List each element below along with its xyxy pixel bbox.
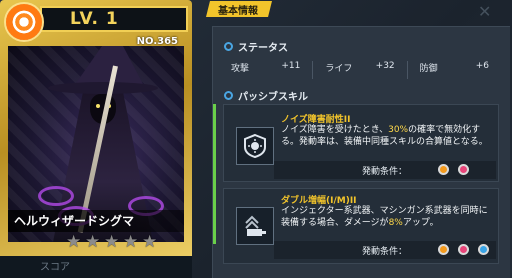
skill-card[interactable]: ノイズ障害耐性II ノイズ障害を受けたとき、30%の確率で無効化する。発動率は、… [223, 104, 499, 182]
level-text: LV. 1 [70, 9, 119, 29]
condition-pink-icon [458, 244, 469, 255]
star-icon: ★ [66, 232, 82, 252]
stats-row: 攻撃 +11 ライフ +32 防御 +6 [219, 61, 501, 79]
condition-bar: 発動条件： [274, 241, 496, 259]
stat-label: ライフ [325, 64, 353, 74]
stat-value: +6 [475, 61, 489, 71]
condition-pink-icon [458, 164, 469, 175]
skill-desc-highlight: 8% [388, 218, 403, 228]
star-icon: ★ [85, 232, 101, 252]
star-icon: ★ [104, 232, 120, 252]
stat-attack: 攻撃 +11 [219, 61, 314, 79]
stat-life: ライフ +32 [313, 61, 408, 79]
hat-brim [48, 82, 158, 94]
condition-blue-icon [478, 244, 489, 255]
attribute-badge-icon [4, 2, 44, 42]
character-name: ヘルウィザードシグマ [14, 214, 135, 228]
skill-desc-part: ノイズ障害を受けたとき、 [281, 125, 389, 135]
passive-header-label: パッシブスキル [238, 92, 308, 103]
skill-desc-part: インジェクター系武器、マシンガン系武器を同時に装備する場合、ダメージが [281, 206, 488, 228]
wizard-eye [96, 104, 100, 108]
status-header-label: ステータス [238, 43, 288, 54]
purple-aura [38, 186, 74, 206]
star-icon: ★ [123, 232, 139, 252]
stat-value: +11 [281, 61, 301, 71]
skill-desc-part: アップ。 [402, 218, 439, 228]
passive-section-header: パッシブスキル [224, 88, 308, 103]
stat-label: 攻撃 [231, 64, 250, 74]
stat-value: +32 [375, 61, 395, 71]
green-accent-bar [213, 104, 216, 244]
tab-basic-info-label: 基本情報 [218, 6, 258, 17]
character-card[interactable]: LV. 1 NO.365 ヘルウィザードシグマ ★ ★ ★ ★ ★ [0, 0, 192, 272]
stat-label: 防御 [419, 64, 438, 74]
skill-desc-highlight: 30% [388, 125, 409, 135]
close-icon[interactable]: ✕ [478, 2, 491, 21]
condition-orange-icon [438, 164, 449, 175]
status-section-header: ステータス [224, 39, 288, 54]
condition-bar: 発動条件： [274, 161, 496, 179]
card-number: NO.365 [136, 36, 178, 47]
condition-label: 発動条件： [362, 247, 408, 257]
stat-defense: 防御 +6 [408, 61, 501, 79]
rarity-stars: ★ ★ ★ ★ ★ [66, 234, 159, 251]
condition-orange-icon [438, 244, 449, 255]
section-bullet-icon [224, 91, 233, 100]
condition-label: 発動条件： [362, 167, 408, 177]
star-icon: ★ [142, 232, 158, 252]
skill-card[interactable]: ダブル増幅(I/M)II インジェクター系武器、マシンガン系武器を同時に装備する… [223, 188, 499, 264]
score-label: スコア [40, 262, 70, 273]
score-strip [0, 256, 192, 278]
noise-resist-icon [236, 127, 274, 165]
section-bullet-icon [224, 42, 233, 51]
level-bar: LV. 1 [40, 6, 188, 32]
double-boost-icon [236, 207, 274, 245]
skill-description: インジェクター系武器、マシンガン系武器を同時に装備する場合、ダメージが8%アップ… [281, 205, 496, 229]
skill-description: ノイズ障害を受けたとき、30%の確率で無効化する。発動率は、装備中同種スキルの合… [281, 124, 496, 148]
